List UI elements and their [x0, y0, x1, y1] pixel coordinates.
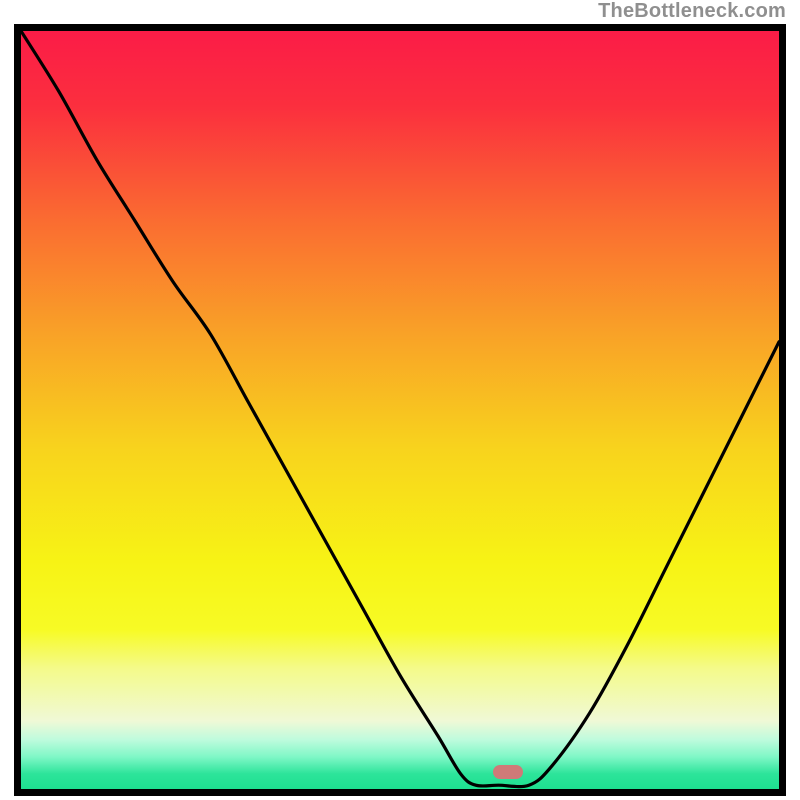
bottleneck-curve-path: [21, 31, 779, 787]
watermark-text: TheBottleneck.com: [598, 0, 786, 23]
optimal-marker: [493, 765, 523, 779]
curve-layer: [21, 31, 779, 789]
chart-frame: [14, 24, 786, 796]
